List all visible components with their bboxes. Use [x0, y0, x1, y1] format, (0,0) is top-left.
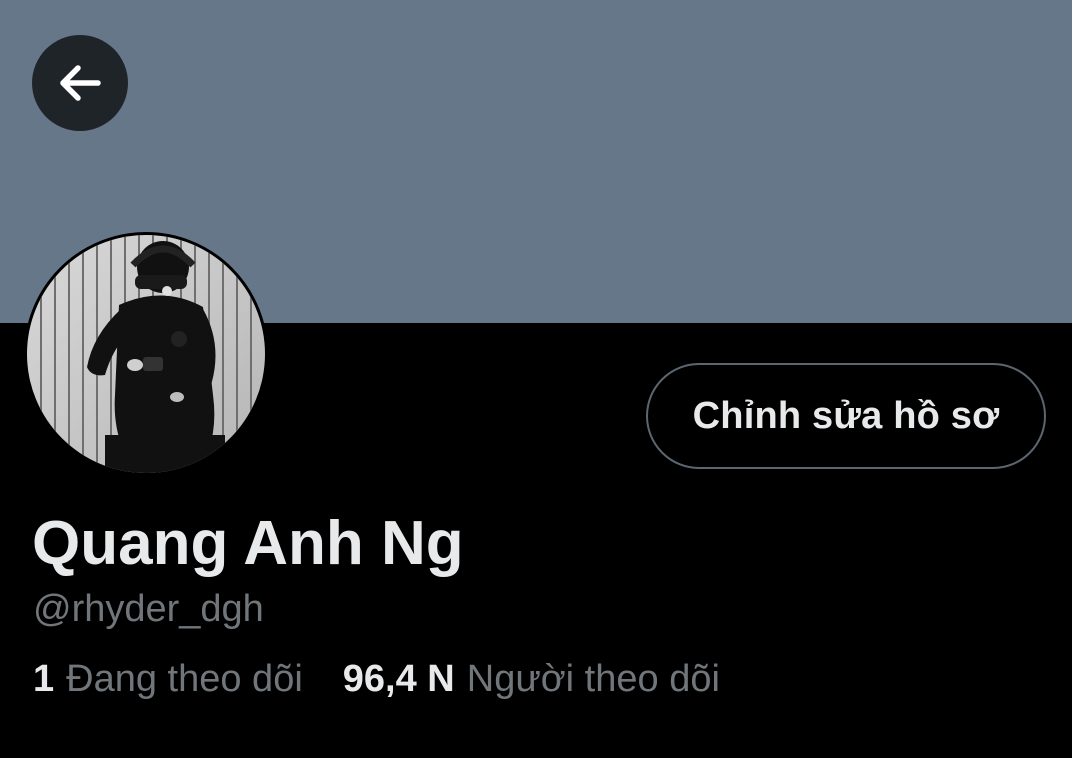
back-button[interactable] [32, 35, 128, 131]
followers-stat[interactable]: 96,4 N Người theo dõi [343, 654, 720, 704]
following-label: Đang theo dõi [66, 658, 303, 700]
display-name: Quang Anh Ng [32, 509, 464, 578]
avatar[interactable] [24, 232, 268, 476]
followers-count: 96,4 N [342, 658, 455, 700]
following-count: 1 [33, 658, 55, 700]
following-stat[interactable]: 1 Đang theo dõi [33, 654, 303, 704]
profile-page: Chỉnh sửa hồ sơ Quang Anh Ng @rhyder_dgh… [0, 0, 1072, 758]
arrow-left-icon [54, 57, 106, 109]
followers-label: Người theo dõi [466, 658, 720, 700]
edit-profile-button[interactable]: Chỉnh sửa hồ sơ [646, 363, 1046, 469]
follow-stats: 1 Đang theo dõi 96,4 N Người theo dõi [33, 654, 720, 704]
username-handle: @rhyder_dgh [33, 588, 264, 630]
